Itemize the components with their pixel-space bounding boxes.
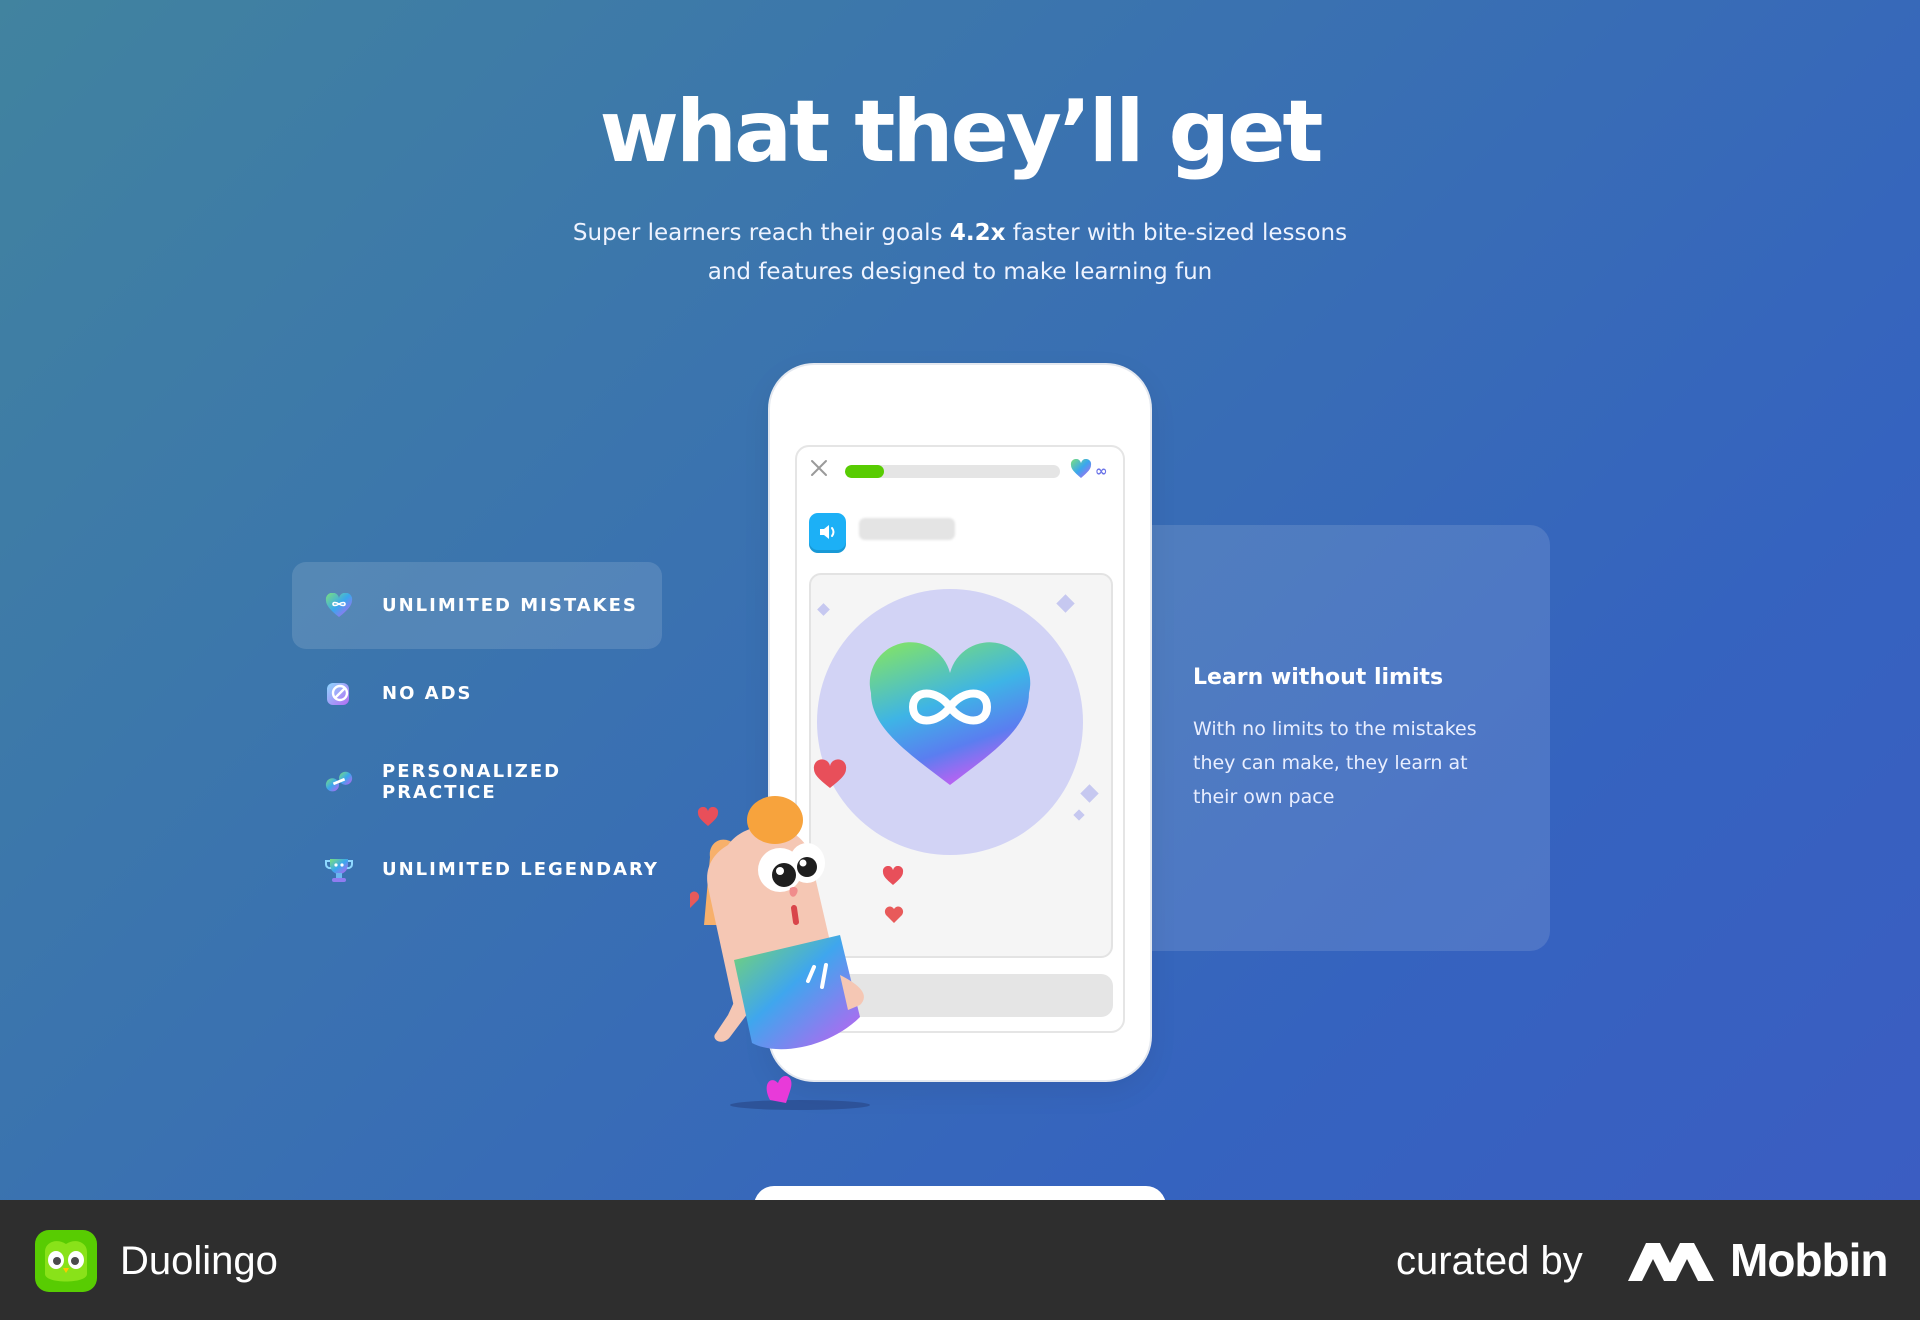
hearts-counter: ∞ [1070,458,1108,483]
heart-decoration [697,807,719,826]
mascot-illustration [690,796,904,1110]
trophy-icon [324,855,354,885]
feature-item-unlimited-legendary[interactable]: UNLIMITED LEGENDARY [292,826,662,913]
subtitle-text-start: Super learners reach their goals [572,220,950,246]
curated-by-label: curated by [1396,1239,1583,1283]
sparkle-decoration [1080,784,1099,803]
heart-icon [1070,458,1092,483]
lesson-progress-fill [845,465,884,478]
feature-label: UNLIMITED MISTAKES [382,595,638,616]
bottom-cta-button[interactable] [754,1186,1166,1200]
feature-label: NO ADS [382,683,473,704]
feature-detail-text: With no limits to the mistakes they can … [1193,718,1477,808]
feature-label: UNLIMITED LEGENDARY [382,859,659,880]
feature-detail-title: Learn without limits [1193,665,1444,690]
page-subtitle: Super learners reach their goals 4.2x fa… [560,214,1360,292]
promo-stage: what they’ll get Super learners reach th… [0,0,1920,1200]
curator-name: Mobbin [1730,1234,1888,1286]
brand-name: Duolingo [120,1239,278,1283]
heart-decoration [813,759,847,788]
hearts-value: ∞ [1095,462,1108,480]
no-ads-icon [324,679,354,709]
close-icon [809,458,829,482]
dumbbell-icon [324,767,354,797]
infinity-heart-icon [324,591,354,621]
page-title: what they’ll get [599,82,1323,182]
feature-detail-card: Learn without limits With no limits to t… [1130,525,1550,951]
feature-item-no-ads[interactable]: NO ADS [292,650,662,737]
feature-list: UNLIMITED MISTAKES NO ADS PERSONALIZED P… [292,562,662,914]
lesson-progress-bar [845,465,1060,478]
feature-item-personalized-practice[interactable]: PERSONALIZED PRACTICE [292,738,662,825]
mobbin-logo-icon [1628,1243,1714,1281]
heart-decoration [882,866,904,885]
duolingo-logo-icon [35,1230,97,1292]
feature-label: PERSONALIZED PRACTICE [382,760,562,803]
prompt-placeholder [859,518,955,540]
subtitle-highlight: 4.2x [949,220,1006,246]
feature-item-unlimited-mistakes[interactable]: UNLIMITED MISTAKES [292,562,662,649]
speaker-icon [809,513,846,550]
